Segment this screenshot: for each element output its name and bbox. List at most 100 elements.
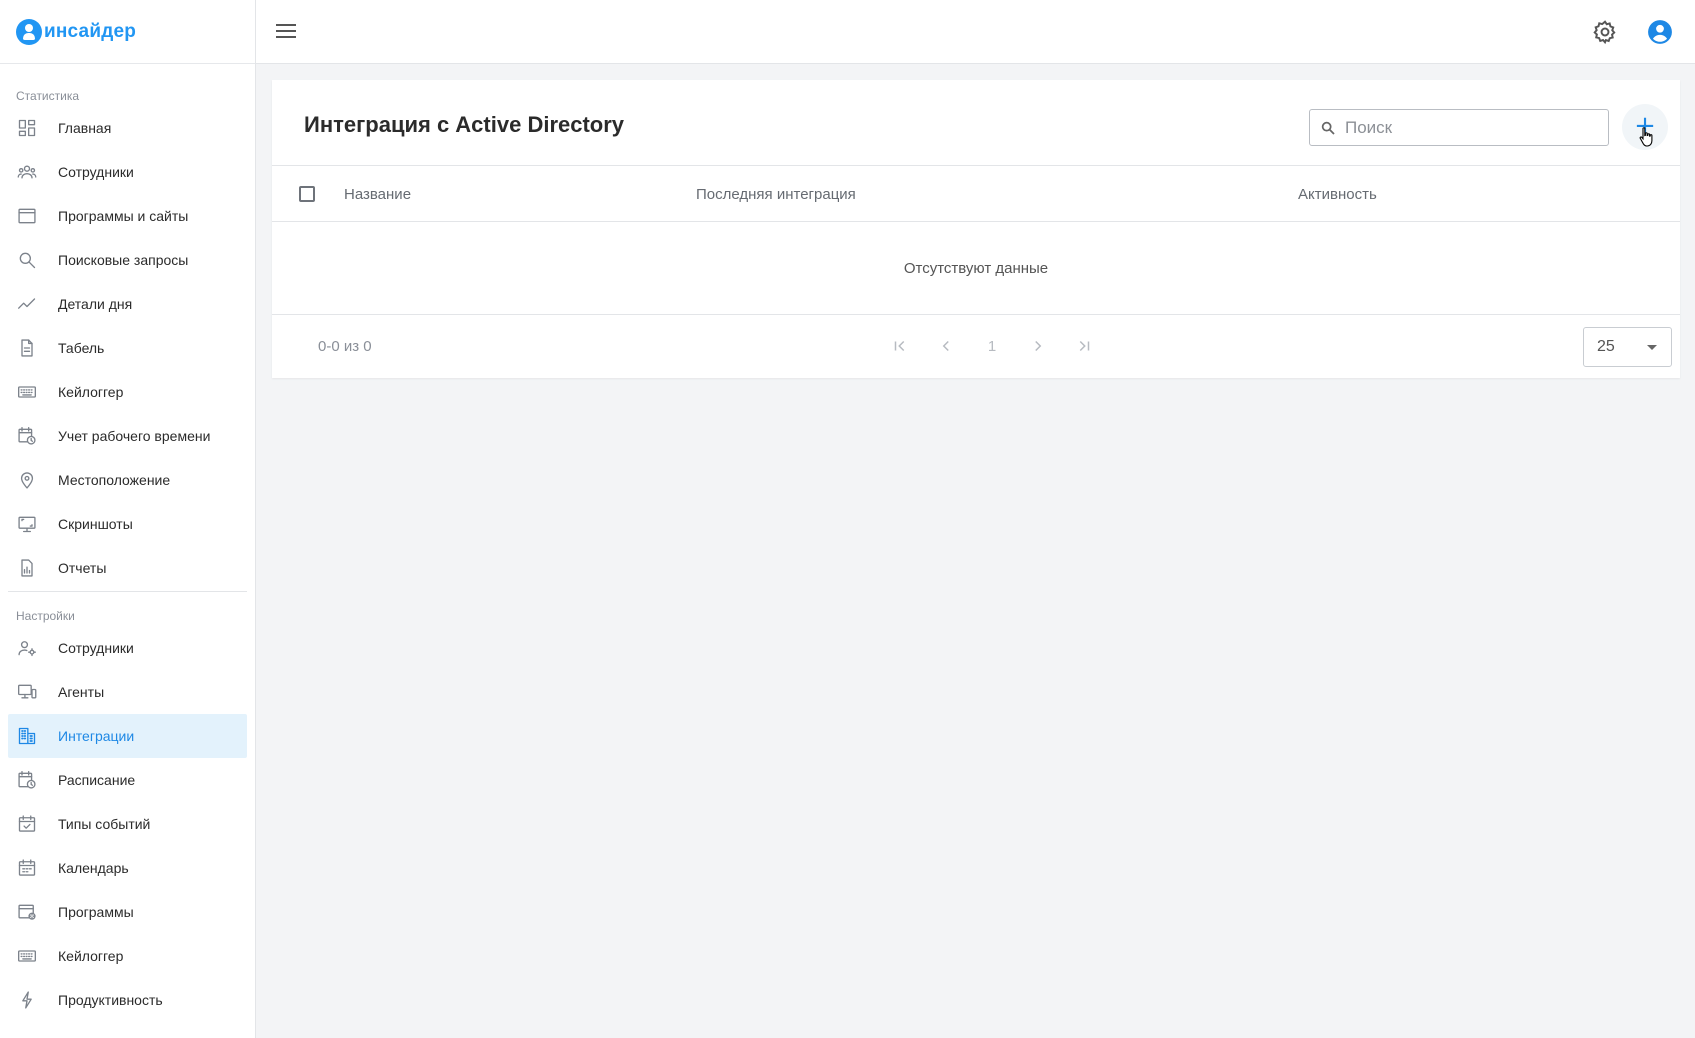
hand-cursor-icon: [1639, 127, 1653, 147]
pagination-controls: 1: [877, 331, 1107, 361]
sidebar-item-label: Отчеты: [58, 560, 107, 576]
sidebar-item-label: Продуктивность: [58, 992, 163, 1008]
schedule-icon: [16, 769, 38, 791]
sidebar-divider: [8, 591, 247, 592]
topbar: [256, 0, 1695, 64]
rows-per-page-value: 25: [1597, 338, 1615, 355]
table-header: Название Последняя интеграция Активность: [272, 165, 1680, 222]
current-page[interactable]: 1: [969, 331, 1015, 361]
last-page-button[interactable]: [1061, 331, 1107, 361]
stats-item-9[interactable]: Скриншоты: [8, 502, 247, 546]
devices-icon: [16, 681, 38, 703]
account-icon[interactable]: [1647, 19, 1673, 45]
settings-item-0[interactable]: Сотрудники: [8, 626, 247, 670]
screenshot-icon: [16, 513, 38, 535]
settings-item-5[interactable]: Календарь: [8, 846, 247, 890]
keyboard-icon: [16, 381, 38, 403]
column-header-last-integration[interactable]: Последняя интеграция: [696, 186, 856, 203]
logo-mark-icon: [16, 18, 42, 45]
sidebar-item-label: Календарь: [58, 860, 129, 876]
sidebar-item-label: Сотрудники: [58, 640, 134, 656]
sidebar-item-label: Учет рабочего времени: [58, 428, 211, 444]
sidebar-item-label: Табель: [58, 340, 105, 356]
stats-item-8[interactable]: Местоположение: [8, 458, 247, 502]
column-header-name[interactable]: Название: [344, 186, 411, 203]
select-all-checkbox[interactable]: [299, 186, 315, 202]
user-settings-icon: [16, 637, 38, 659]
sidebar-item-label: Программы и сайты: [58, 208, 189, 224]
integration-card: Интеграция с Active Directory + Название…: [272, 80, 1680, 378]
sidebar-item-label: Главная: [58, 120, 112, 136]
stats-item-7[interactable]: Учет рабочего времени: [8, 414, 247, 458]
app-settings-icon: [16, 901, 38, 923]
stats-item-4[interactable]: Детали дня: [8, 282, 247, 326]
sidebar-item-label: Кейлоггер: [58, 384, 124, 400]
settings-item-6[interactable]: Программы: [8, 890, 247, 934]
settings-item-1[interactable]: Агенты: [8, 670, 247, 714]
settings-item-4[interactable]: Типы событий: [8, 802, 247, 846]
sidebar-item-label: Агенты: [58, 684, 105, 700]
search-box[interactable]: [1309, 109, 1609, 146]
settings-item-2[interactable]: Интеграции: [8, 714, 247, 758]
sidebar-item-label: Программы: [58, 904, 134, 920]
stats-item-0[interactable]: Главная: [8, 106, 247, 150]
settings-nav: Сотрудники Агенты Интеграции Расписание Типы…: [0, 626, 255, 1022]
gear-icon[interactable]: [1592, 19, 1618, 45]
stats-item-3[interactable]: Поисковые запросы: [8, 238, 247, 282]
first-page-button[interactable]: [877, 331, 923, 361]
sidebar-item-label: Интеграции: [58, 728, 135, 744]
settings-item-3[interactable]: Расписание: [8, 758, 247, 802]
settings-item-7[interactable]: Кейлоггер: [8, 934, 247, 978]
section-title-settings: Настройки: [16, 609, 75, 623]
first-page-icon: [894, 340, 905, 352]
people-icon: [16, 161, 38, 183]
column-header-activity[interactable]: Активность: [1298, 186, 1377, 203]
logo-text: инсайдер: [44, 20, 137, 42]
stats-item-2[interactable]: Программы и сайты: [8, 194, 247, 238]
next-page-button[interactable]: [1015, 331, 1061, 361]
sidebar-item-label: Местоположение: [58, 472, 171, 488]
stats-nav: Главная Сотрудники Программы и сайты Поиско…: [0, 106, 255, 590]
chevron-left-icon: [942, 340, 949, 352]
prev-page-button[interactable]: [923, 331, 969, 361]
clock-calendar-icon: [16, 425, 38, 447]
chevron-right-icon: [1035, 340, 1042, 352]
stats-item-10[interactable]: Отчеты: [8, 546, 247, 590]
event-check-icon: [16, 813, 38, 835]
report-icon: [16, 557, 38, 579]
window-icon: [16, 205, 38, 227]
sidebar: инсайдер Статистика Главная Сотрудники Про…: [0, 0, 256, 1038]
sidebar-item-label: Детали дня: [58, 296, 133, 312]
sidebar-item-label: Расписание: [58, 772, 136, 788]
page-title: Интеграция с Active Directory: [304, 112, 625, 137]
sidebar-item-label: Кейлоггер: [58, 948, 124, 964]
calendar-icon: [16, 857, 38, 879]
stats-item-1[interactable]: Сотрудники: [8, 150, 247, 194]
document-icon: [16, 337, 38, 359]
building-icon: [16, 725, 38, 747]
keyboard-icon: [16, 945, 38, 967]
sidebar-item-label: Сотрудники: [58, 164, 134, 180]
dashboard-icon: [16, 117, 38, 139]
section-title-stats: Статистика: [16, 89, 80, 103]
search-input[interactable]: [1345, 117, 1595, 138]
sidebar-item-label: Скриншоты: [58, 516, 133, 532]
rows-per-page-select[interactable]: 25: [1583, 327, 1672, 367]
empty-state-text: Отсутствуют данные: [272, 222, 1680, 315]
search-icon: [1321, 121, 1335, 135]
bolt-icon: [16, 989, 38, 1011]
chevron-down-icon: [1647, 345, 1657, 350]
location-pin-icon: [16, 469, 38, 491]
trend-line-icon: [16, 293, 38, 315]
sidebar-item-label: Типы событий: [58, 816, 151, 832]
table-footer: 0-0 из 0 1 25: [272, 315, 1680, 378]
app-logo[interactable]: инсайдер: [0, 0, 255, 64]
menu-icon[interactable]: [274, 20, 298, 44]
search-icon: [16, 249, 38, 271]
stats-item-6[interactable]: Кейлоггер: [8, 370, 247, 414]
settings-item-8[interactable]: Продуктивность: [8, 978, 247, 1022]
stats-item-5[interactable]: Табель: [8, 326, 247, 370]
sidebar-item-label: Поисковые запросы: [58, 252, 189, 268]
pagination-range: 0-0 из 0: [318, 338, 372, 355]
last-page-icon: [1079, 340, 1090, 352]
